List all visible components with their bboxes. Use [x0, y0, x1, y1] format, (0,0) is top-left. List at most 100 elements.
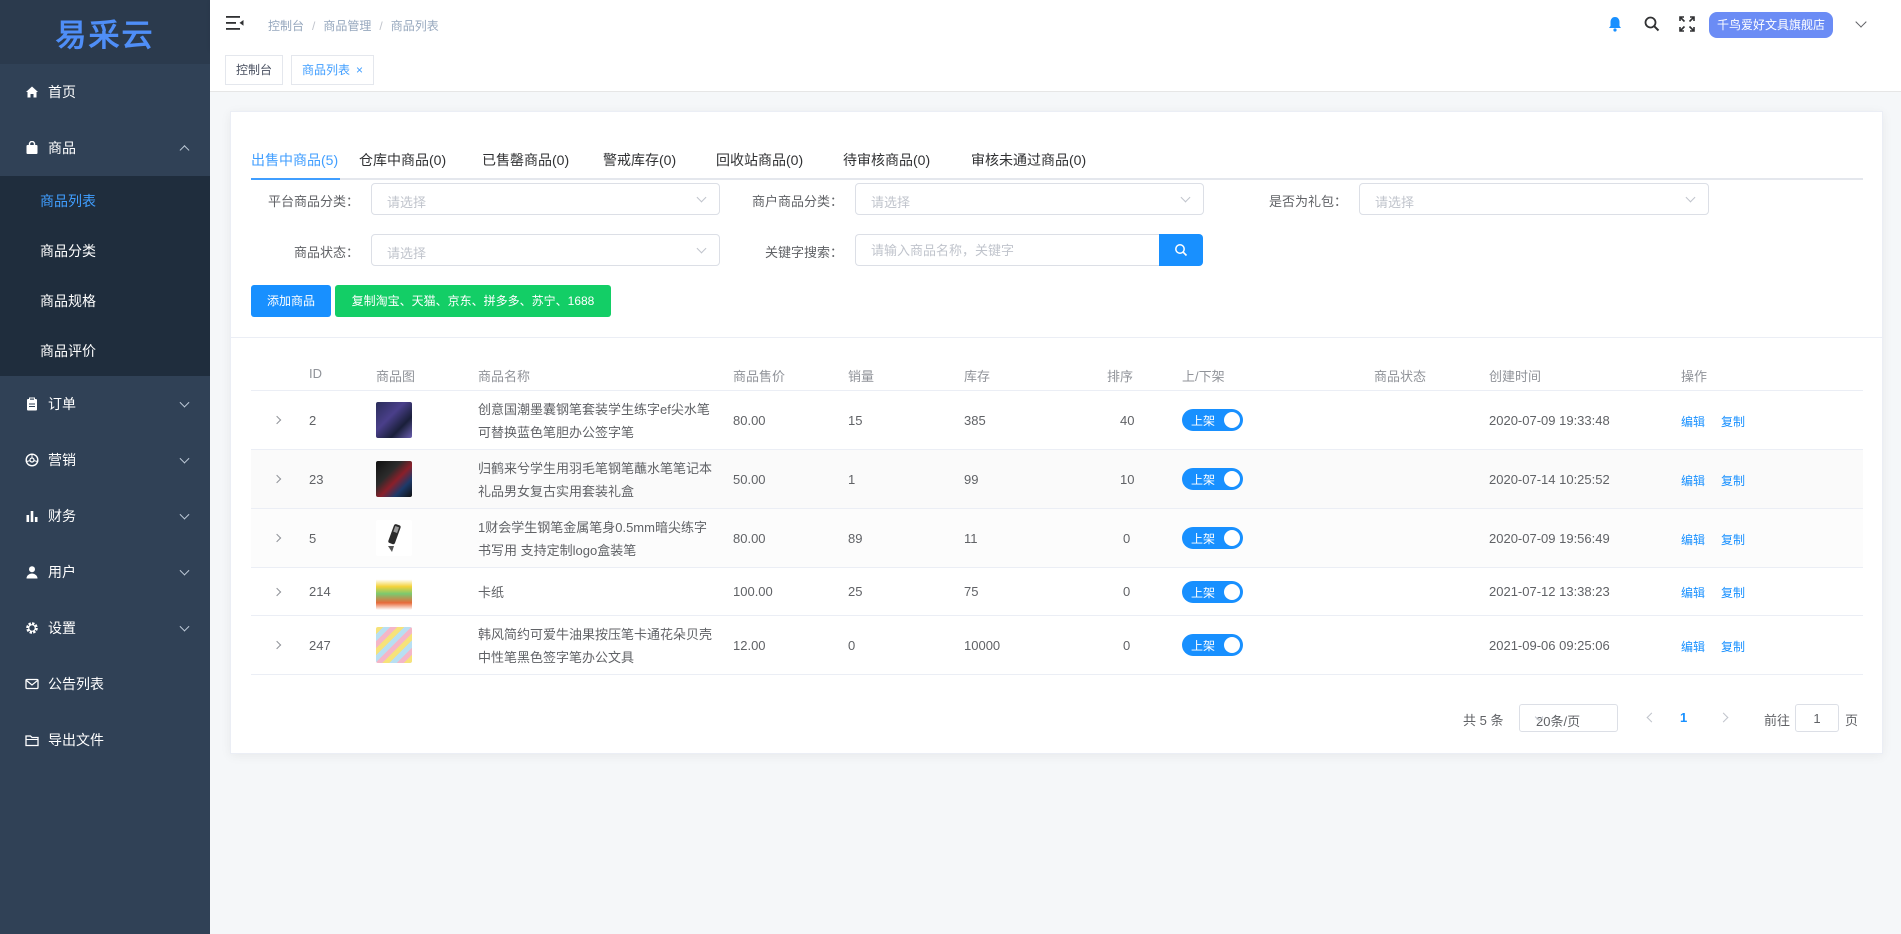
chevron-down-icon: [696, 192, 707, 203]
menu-item-product[interactable]: 商品: [0, 120, 210, 176]
breadcrumb-item[interactable]: 商品管理: [323, 19, 371, 33]
product-thumbnail[interactable]: [376, 520, 412, 556]
chevron-down-icon: [179, 397, 190, 408]
product-table: ID 商品图 商品名称 商品售价 销量 库存 排序 上/下架 商品状态 创建时间…: [251, 356, 1863, 675]
column-header-sort: 排序: [1107, 369, 1134, 384]
bell-icon[interactable]: [1607, 15, 1625, 33]
edit-link[interactable]: 编辑: [1681, 472, 1705, 489]
shop-name-button[interactable]: 千鸟爱好文具旗舰店: [1709, 12, 1834, 38]
keyword-label: 关键字搜索：: [765, 245, 844, 260]
column-header-created: 创建时间: [1489, 369, 1542, 384]
cell-sort: 40: [1120, 413, 1135, 428]
menu-item-settings[interactable]: 设置: [0, 600, 210, 656]
menu-item-home[interactable]: 首页: [0, 64, 210, 120]
cell-created: 2020-07-09 19:33:48: [1489, 413, 1610, 428]
cell-price: 12.00: [733, 638, 766, 653]
sidebar-item-product-category[interactable]: 商品分类: [0, 226, 210, 276]
platform-category-select[interactable]: 请选择: [371, 183, 720, 215]
copy-link[interactable]: 复制: [1721, 638, 1745, 655]
cell-id: 2: [309, 413, 317, 428]
cell-sort: 0: [1123, 584, 1131, 599]
chevron-right-icon[interactable]: [272, 640, 282, 650]
breadcrumb-item[interactable]: 控制台: [268, 19, 304, 33]
edit-link[interactable]: 编辑: [1681, 638, 1705, 655]
fullscreen-icon[interactable]: [1678, 15, 1696, 33]
page-size-select[interactable]: 20条/页: [1519, 704, 1618, 732]
copy-link[interactable]: 复制: [1721, 584, 1745, 601]
copy-from-platforms-button[interactable]: 复制淘宝、天猫、京东、拼多多、苏宁、1688: [335, 285, 611, 317]
cell-sort: 0: [1123, 531, 1131, 546]
chevron-down-icon[interactable]: [1855, 16, 1867, 28]
menu-item-order[interactable]: 订单: [0, 376, 210, 432]
product-thumbnail[interactable]: [376, 461, 412, 497]
tab-stock-warning[interactable]: 警戒库存(0): [603, 140, 676, 180]
column-header-shelf: 上/下架: [1182, 369, 1225, 384]
bar-chart-icon: [24, 508, 40, 524]
tab-on-sale[interactable]: 出售中商品(5): [251, 140, 338, 180]
product-thumbnail[interactable]: [376, 574, 412, 610]
edit-link[interactable]: 编辑: [1681, 413, 1705, 430]
toggle-label: 上架: [1191, 414, 1216, 428]
keyword-input[interactable]: [855, 234, 1159, 266]
cell-price: 80.00: [733, 413, 766, 428]
tab-pending-review[interactable]: 待审核商品(0): [843, 140, 930, 180]
product-thumbnail[interactable]: [376, 402, 412, 438]
edit-link[interactable]: 编辑: [1681, 584, 1705, 601]
cell-price: 50.00: [733, 472, 766, 487]
menu-item-user[interactable]: 用户: [0, 544, 210, 600]
chevron-right-icon[interactable]: [272, 415, 282, 425]
status-select[interactable]: 请选择: [371, 234, 720, 266]
is-gift-label: 是否为礼包：: [1269, 194, 1348, 209]
shelf-toggle[interactable]: 上架: [1182, 581, 1243, 603]
status-tabs: 出售中商品(5) 仓库中商品(0) 已售罄商品(0) 警戒库存(0) 回收站商品…: [251, 140, 1863, 180]
goto-page-input[interactable]: [1795, 704, 1839, 732]
merchant-category-select[interactable]: 请选择: [855, 183, 1204, 215]
shelf-toggle[interactable]: 上架: [1182, 468, 1243, 490]
product-thumbnail[interactable]: [376, 627, 412, 663]
logo[interactable]: 易采云: [0, 0, 210, 64]
column-header-name: 商品名称: [478, 369, 531, 384]
shelf-toggle[interactable]: 上架: [1182, 634, 1243, 656]
menu-item-export[interactable]: 导出文件: [0, 712, 210, 768]
tab-recycle-bin[interactable]: 回收站商品(0): [716, 140, 803, 180]
toggle-knob: [1224, 530, 1240, 546]
hamburger-icon[interactable]: [226, 15, 244, 31]
search-icon[interactable]: [1643, 15, 1661, 33]
aperture-icon: [24, 452, 40, 468]
chevron-right-icon[interactable]: [272, 587, 282, 597]
edit-link[interactable]: 编辑: [1681, 531, 1705, 548]
table-header: ID 商品图 商品名称 商品售价 销量 库存 排序 上/下架 商品状态 创建时间…: [251, 356, 1863, 391]
close-icon[interactable]: ×: [356, 63, 363, 77]
menu-item-announcements[interactable]: 公告列表: [0, 656, 210, 712]
cell-stock: 75: [964, 584, 979, 599]
tab-sold-out[interactable]: 已售罄商品(0): [482, 140, 569, 180]
copy-link[interactable]: 复制: [1721, 531, 1745, 548]
cell-id: 247: [309, 638, 331, 653]
copy-link[interactable]: 复制: [1721, 413, 1745, 430]
sidebar: 易采云 首页 商品 商品列表 商品分类 商品规格 商品评价 订单 营销 财务 用…: [0, 0, 210, 934]
sidebar-item-product-review[interactable]: 商品评价: [0, 326, 210, 376]
chevron-down-icon: [179, 453, 190, 464]
tag-dashboard[interactable]: 控制台: [225, 55, 284, 85]
top-navbar: 控制台 / 商品管理 / 商品列表 千鸟爱好文具旗舰店: [210, 0, 1901, 50]
sidebar-item-product-spec[interactable]: 商品规格: [0, 276, 210, 326]
shelf-toggle[interactable]: 上架: [1182, 527, 1243, 549]
tab-in-warehouse[interactable]: 仓库中商品(0): [359, 140, 446, 180]
tab-review-rejected[interactable]: 审核未通过商品(0): [971, 140, 1086, 180]
cell-id: 5: [309, 531, 317, 546]
tag-product-list[interactable]: 商品列表 ×: [291, 55, 375, 85]
keyword-search-button[interactable]: [1159, 234, 1203, 266]
add-product-button[interactable]: 添加商品: [251, 285, 331, 317]
sidebar-item-product-list[interactable]: 商品列表: [0, 176, 210, 226]
page-number-current[interactable]: 1: [1680, 710, 1687, 725]
shelf-toggle[interactable]: 上架: [1182, 409, 1243, 431]
is-gift-select[interactable]: 请选择: [1359, 183, 1709, 215]
menu-item-marketing[interactable]: 营销: [0, 432, 210, 488]
cell-stock: 10000: [964, 638, 1001, 653]
chevron-down-icon: [179, 509, 190, 520]
copy-link[interactable]: 复制: [1721, 472, 1745, 489]
menu-label: 首页: [48, 84, 76, 100]
chevron-right-icon[interactable]: [272, 474, 282, 484]
chevron-right-icon[interactable]: [272, 533, 282, 543]
menu-item-finance[interactable]: 财务: [0, 488, 210, 544]
